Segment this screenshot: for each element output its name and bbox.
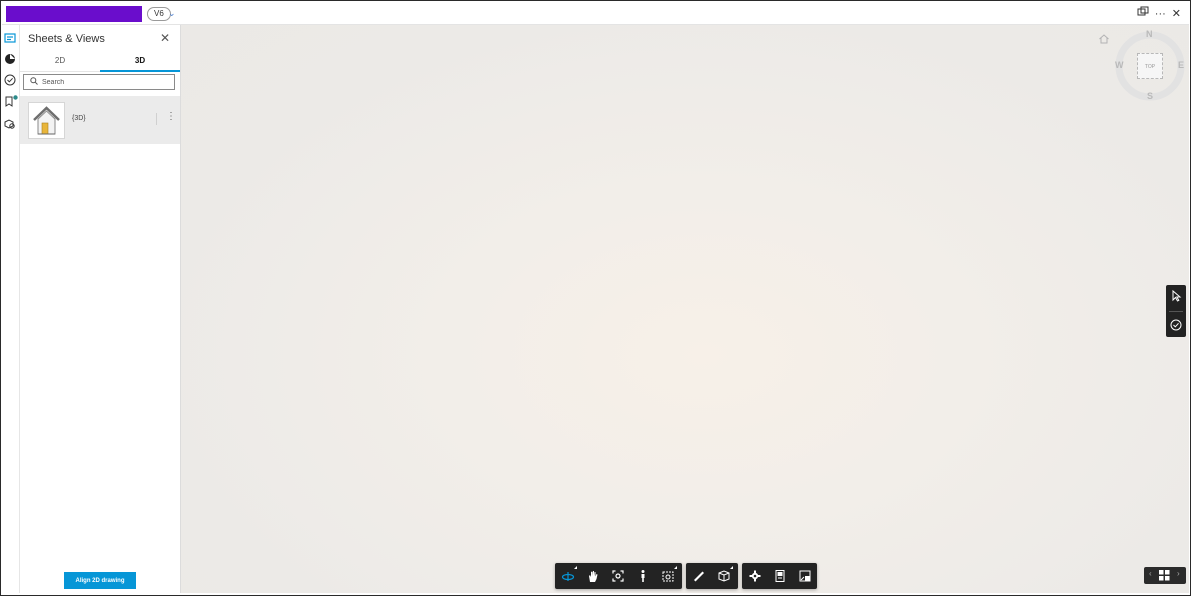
more-icon[interactable]: ··· xyxy=(1155,7,1166,21)
flyout-indicator xyxy=(574,566,577,569)
markup-check-icon[interactable] xyxy=(1169,318,1183,332)
sheets-views-icon[interactable] xyxy=(4,31,16,43)
house-thumbnail-icon xyxy=(28,102,65,139)
flyout-indicator xyxy=(674,566,677,569)
measure-section-tools xyxy=(686,563,738,589)
viewer-window: V6 ⌄ ··· ✕ Sheets & Views ✕ 2D 3D Search… xyxy=(0,0,1191,596)
camera-icon[interactable] xyxy=(655,563,680,589)
viewcube-top-face[interactable]: TOP xyxy=(1137,53,1163,79)
tab-2d[interactable]: 2D xyxy=(20,55,100,70)
search-icon xyxy=(30,77,38,87)
divider xyxy=(156,113,157,125)
compass-south[interactable]: S xyxy=(1147,91,1153,101)
close-icon[interactable]: ✕ xyxy=(1172,7,1181,21)
home-view-icon[interactable] xyxy=(1098,32,1110,44)
left-rail xyxy=(2,25,20,593)
tab-3d[interactable]: 3D xyxy=(100,55,180,72)
view-tabs: 2D 3D xyxy=(20,55,180,72)
panel-close-icon[interactable]: ✕ xyxy=(160,31,170,45)
side-toolbar xyxy=(1166,285,1186,337)
orbit-icon[interactable] xyxy=(555,563,580,589)
sheets-views-panel: Sheets & Views ✕ 2D 3D {3D} ⋮ xyxy=(20,25,181,593)
first-person-icon[interactable] xyxy=(630,563,655,589)
search-box xyxy=(23,74,175,90)
compass-east[interactable]: E xyxy=(1178,60,1184,70)
section-icon[interactable] xyxy=(711,563,736,589)
compass-west[interactable]: W xyxy=(1115,60,1124,70)
model-browser-icon[interactable] xyxy=(4,52,16,64)
settings-icon[interactable] xyxy=(742,563,767,589)
bookmark-icon[interactable] xyxy=(4,95,18,107)
chevron-left-icon[interactable]: ‹ xyxy=(1149,569,1152,578)
flyout-indicator xyxy=(730,566,733,569)
top-bar: V6 ⌄ ··· ✕ xyxy=(2,2,1189,25)
properties-icon[interactable] xyxy=(767,563,792,589)
settings-tools xyxy=(742,563,817,589)
compass-north[interactable]: N xyxy=(1146,29,1153,39)
list-item-3d-view[interactable]: {3D} ⋮ xyxy=(20,96,180,144)
model-canvas[interactable] xyxy=(181,25,1189,593)
fit-view-icon[interactable] xyxy=(605,563,630,589)
panel-title: Sheets & Views xyxy=(28,33,105,45)
issues-icon[interactable] xyxy=(4,73,16,86)
search-models-icon[interactable] xyxy=(4,117,16,129)
redacted-document-title xyxy=(6,6,142,22)
window-icon[interactable] xyxy=(1137,6,1149,21)
view-switcher[interactable]: ‹ › xyxy=(1144,567,1186,584)
grid-layout-icon[interactable] xyxy=(1159,570,1170,581)
pan-icon[interactable] xyxy=(580,563,605,589)
view-label: {3D} xyxy=(72,115,86,122)
version-chevron-icon[interactable]: ⌄ xyxy=(168,7,176,19)
window-controls: ··· ✕ xyxy=(1137,6,1181,21)
divider xyxy=(1169,311,1183,312)
more-options-icon[interactable]: ⋮ xyxy=(166,111,176,122)
search-input[interactable] xyxy=(42,76,170,88)
measure-icon[interactable] xyxy=(686,563,711,589)
chevron-right-icon[interactable]: › xyxy=(1177,569,1180,578)
fullscreen-icon[interactable] xyxy=(792,563,817,589)
select-cursor-icon[interactable] xyxy=(1169,289,1183,303)
align-2d-drawing-button[interactable]: Align 2D drawing xyxy=(64,572,136,589)
navigation-tools xyxy=(555,563,682,589)
